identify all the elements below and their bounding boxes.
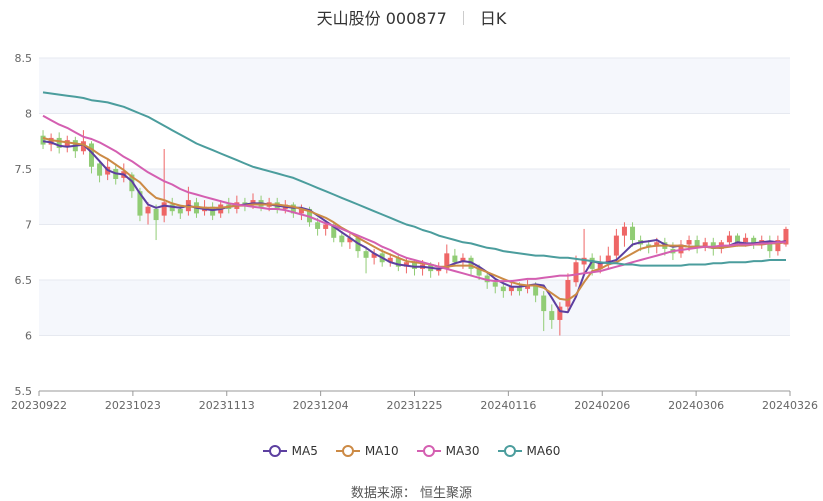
- legend-ma5-label: MA5: [291, 444, 318, 458]
- legend-ma10-label: MA10: [364, 444, 399, 458]
- grid-bands: [39, 58, 790, 336]
- candle-body: [565, 280, 571, 307]
- y-tick-label: 8.5: [15, 52, 33, 65]
- candle-body: [621, 226, 627, 236]
- candle-body: [630, 226, 636, 241]
- y-tick-label: 6: [25, 330, 32, 343]
- grid-band: [39, 280, 790, 336]
- candle-body: [573, 262, 579, 283]
- candle-body: [452, 255, 458, 263]
- candle-body: [145, 206, 151, 214]
- candle-body: [686, 240, 692, 245]
- x-tick-label: 20240116: [480, 399, 536, 412]
- x-tick-label: 20231204: [293, 399, 349, 412]
- legend-ma60-label: MA60: [526, 444, 561, 458]
- candle-body: [315, 222, 321, 229]
- candle-body: [735, 235, 741, 243]
- legend-item-ma10[interactable]: MA10: [335, 444, 399, 458]
- candle-body: [153, 208, 159, 221]
- x-tick-label: 20240326: [762, 399, 818, 412]
- y-tick-label: 7.5: [15, 163, 33, 176]
- candle-body: [492, 282, 498, 287]
- candle-body: [177, 208, 183, 214]
- y-tick-label: 7: [25, 219, 32, 232]
- candle-body: [161, 202, 167, 216]
- candle-body: [323, 224, 329, 229]
- y-axis-ticks: 5.5 6 6.5 7 7.5 8 8.5: [15, 52, 33, 398]
- candle-body: [363, 251, 369, 258]
- candlestick-chart: 5.5 6 6.5 7 7.5 8 8.5 20230922 20231023 20231113…: [11, 52, 818, 412]
- candle-body: [339, 235, 345, 243]
- x-tick-label: 20240306: [668, 399, 724, 412]
- x-tick-label: 20230922: [11, 399, 67, 412]
- candle-body: [40, 135, 46, 145]
- x-tick-label: 20231113: [199, 399, 255, 412]
- data-source: 数据来源： 恒生聚源: [350, 486, 473, 501]
- y-tick-label: 5.5: [15, 385, 33, 398]
- grid-band: [39, 169, 790, 225]
- candle-body: [743, 237, 749, 243]
- x-tick-label: 20231225: [387, 399, 443, 412]
- candle-body: [97, 163, 103, 176]
- candle-body: [541, 295, 547, 312]
- legend-ma30-icon: [416, 444, 441, 458]
- y-tick-label: 6.5: [15, 274, 33, 287]
- legend-ma5-icon: [262, 444, 287, 458]
- legend-item-ma5[interactable]: MA5: [262, 444, 318, 458]
- candle-body: [549, 311, 555, 320]
- candle-body: [500, 286, 506, 292]
- legend-ma60-icon: [497, 444, 522, 458]
- legend-item-ma60[interactable]: MA60: [497, 444, 561, 458]
- grid-band: [39, 58, 790, 114]
- x-axis: 20230922 20231023 20231113 20231204 20231225…: [11, 390, 818, 412]
- legend-ma30-label: MA30: [445, 444, 480, 458]
- legend-ma10-icon: [335, 444, 360, 458]
- x-tick-label: 20240206: [574, 399, 630, 412]
- candle-body: [613, 235, 619, 256]
- x-tick-label: 20231023: [105, 399, 161, 412]
- y-tick-label: 8: [25, 108, 32, 121]
- candle-body: [726, 235, 732, 243]
- legend: MA5 MA10 MA30 MA60: [0, 444, 823, 458]
- legend-item-ma30[interactable]: MA30: [416, 444, 480, 458]
